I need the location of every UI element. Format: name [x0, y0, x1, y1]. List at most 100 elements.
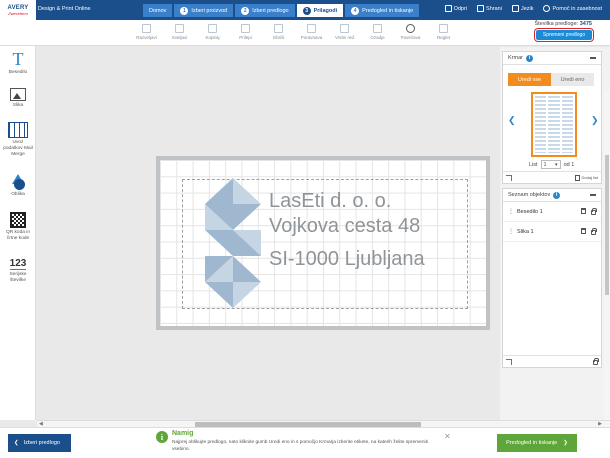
sidebar-item-label: Besedilo [8, 70, 28, 75]
align-button[interactable]: Poravnava [295, 22, 328, 40]
trash-icon[interactable] [581, 208, 586, 214]
header-actions: Odpri Shrani Jezik Pomoč in zasebnost [444, 5, 602, 12]
next-label: Predogled in tiskanje [506, 440, 558, 446]
step-number: 4 [351, 6, 360, 15]
add-page-button[interactable]: Dodaj list [574, 174, 598, 181]
lock-icon[interactable] [591, 228, 597, 235]
info-icon[interactable]: i [553, 191, 561, 199]
address-line-3: SI-1000 Ljubljana [269, 248, 425, 270]
navigator-header: Krmar i [503, 52, 601, 65]
language-label: Jezik [520, 5, 534, 12]
next-button[interactable]: Predogled in tiskanje ❯ [497, 434, 577, 452]
save-label: Shrani [486, 5, 502, 12]
object-row[interactable]: ⋮ Slika 1 [503, 222, 601, 242]
drag-handle-icon[interactable]: ⋮ [508, 208, 514, 215]
order-button[interactable]: Vrstni red [328, 22, 361, 40]
wizard-steps: Domov 1 Izberi proizvod 2 Izberi predlogo … [143, 4, 420, 17]
top-navigation-bar: AVERY Zweckform Design & Print Online Do… [0, 0, 610, 20]
open-label: Odpri [453, 5, 468, 12]
info-icon[interactable]: i [525, 54, 533, 62]
grid-icon [439, 24, 448, 33]
graphic-triangle [205, 178, 233, 204]
edit-one-tab[interactable]: Uredi eno [551, 73, 594, 86]
change-template-button[interactable]: Spremeni predlogo [533, 27, 595, 43]
language-link[interactable]: Jezik [511, 5, 534, 12]
help-link[interactable]: Pomoč in zasebnost [543, 5, 602, 12]
paste-button[interactable]: Prilepi [229, 22, 262, 40]
flag-icon [511, 5, 519, 12]
redo-icon [175, 24, 184, 33]
tool-label: Kopiraj [205, 35, 220, 40]
drag-handle-icon[interactable]: ⋮ [508, 228, 514, 235]
tool-label: Reglet [436, 35, 450, 40]
collapse-icon[interactable] [590, 57, 596, 59]
layers-icon [340, 24, 349, 33]
tip-title: Namig [172, 430, 194, 437]
expand-icon[interactable] [506, 358, 512, 365]
page-value: 1 [543, 161, 547, 168]
grid-button[interactable]: Reglet [427, 22, 460, 40]
step-choose-template[interactable]: 2 Izberi predlogo [235, 4, 295, 17]
tool-label: Ozadje [370, 35, 385, 40]
expand-icon[interactable] [506, 174, 512, 181]
back-button[interactable]: ❮ Izberi predlogo [8, 434, 71, 452]
triangle-graphic[interactable] [205, 178, 261, 308]
page-total: od 1 [563, 161, 575, 168]
delete-button[interactable]: Izbriši [262, 22, 295, 40]
trash-icon [274, 24, 283, 33]
close-icon[interactable]: ✕ [444, 432, 451, 441]
sidebar-item-shape[interactable]: Oblika [0, 174, 36, 198]
open-link[interactable]: Odpri [444, 5, 468, 12]
right-panel: Krmar i Uredi vse Uredi eno ❮ ❯ List 1 ▾ … [500, 47, 610, 420]
edit-all-tab[interactable]: Uredi vse [508, 73, 551, 86]
spreadsheet-icon [8, 122, 28, 138]
step-number: 1 [180, 6, 189, 15]
object-actions [581, 228, 597, 235]
logo-subtext: Zweckform [8, 10, 28, 16]
horizontal-scrollbar[interactable]: ◀ ▶ [37, 420, 610, 427]
page-select[interactable]: 1 ▾ [540, 160, 561, 169]
avery-logo[interactable]: AVERY Zweckform [0, 0, 36, 20]
sheet-thumbnail[interactable] [531, 92, 577, 157]
collapse-icon[interactable] [590, 194, 596, 196]
sidebar-item-image[interactable]: Slika [0, 88, 36, 109]
save-link[interactable]: Shrani [477, 5, 502, 12]
address-text-block[interactable]: LasEti d. o. o. Vojkova cesta 48 SI-1000… [269, 189, 425, 272]
chevron-left-icon[interactable]: ❮ [508, 115, 516, 126]
scrollbar-thumb[interactable] [605, 155, 609, 295]
lock-all-button[interactable] [593, 358, 599, 365]
label-canvas[interactable]: LasEti d. o. o. Vojkova cesta 48 SI-1000… [156, 156, 490, 330]
object-row[interactable]: ⋮ Besedilo 1 [503, 202, 601, 222]
copy-button[interactable]: Kopiraj [196, 22, 229, 40]
tool-group: Razveljavi Sveljavi Kopiraj Prilepi Izbr… [130, 22, 460, 40]
step-label: Domov [149, 7, 167, 14]
vertical-scrollbar[interactable] [604, 90, 610, 420]
object-actions [581, 208, 597, 215]
background-button[interactable]: Ozadje [361, 22, 394, 40]
redo-button[interactable]: Sveljavi [163, 22, 196, 40]
step-preview-print[interactable]: 4 Predogled in tiskanje [345, 4, 420, 17]
navigator-footer: Dodaj list [503, 171, 601, 183]
sidebar-item-mail-merge[interactable]: Uvoz podatkov Mail Merge [0, 122, 36, 158]
back-label: Izberi predlogo [23, 440, 60, 446]
step-choose-product[interactable]: 1 Izberi proizvod [174, 4, 234, 17]
chevron-right-icon[interactable]: ❯ [591, 115, 599, 126]
add-page-icon [574, 174, 580, 181]
graphic-triangle [233, 178, 261, 204]
thumbnail-column [535, 96, 547, 153]
tool-label: Sveljavi [171, 35, 188, 40]
step-home[interactable]: Domov [143, 4, 173, 17]
trash-icon[interactable] [581, 228, 586, 234]
lock-icon[interactable] [591, 208, 597, 215]
undo-button[interactable]: Razveljavi [130, 22, 163, 40]
object-list-panel: Seznam objektov i ⋮ Besedilo 1 ⋮ Slika 1 [502, 188, 602, 368]
sidebar-item-serial-numbers[interactable]: 123 Serijske številke [0, 258, 36, 284]
tool-label: Povečava [400, 35, 421, 40]
sidebar-item-text[interactable]: T Besedilo [0, 50, 36, 76]
edit-toolbar: Razveljavi Sveljavi Kopiraj Prilepi Izbr… [0, 20, 610, 46]
zoom-button[interactable]: Povečava [394, 22, 427, 40]
step-customize[interactable]: 3 Prilagodi [296, 4, 344, 17]
sidebar-item-label: QR koda in črtne kode [6, 230, 30, 241]
align-icon [307, 24, 316, 33]
sidebar-item-qr-barcode[interactable]: QR koda in črtne kode [0, 212, 36, 242]
